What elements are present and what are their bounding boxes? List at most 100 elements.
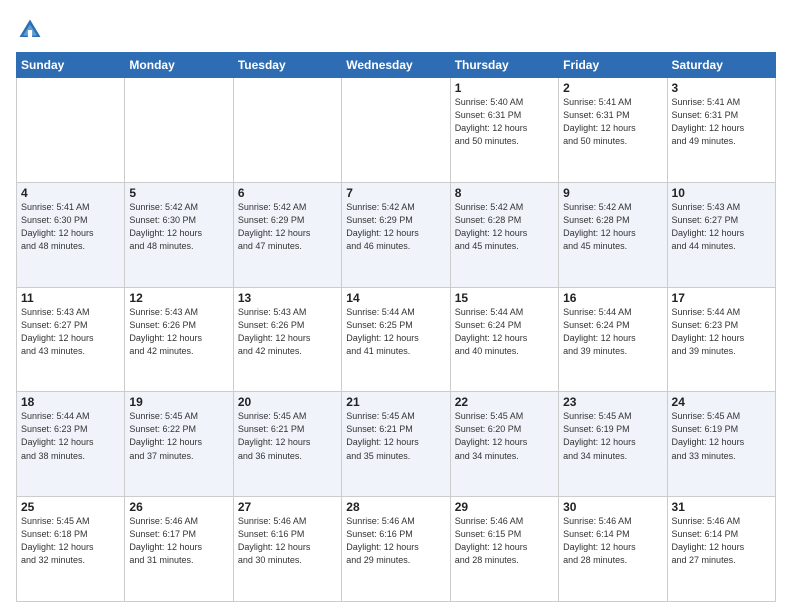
- day-info: Sunrise: 5:45 AM Sunset: 6:18 PM Dayligh…: [21, 515, 120, 567]
- day-number: 14: [346, 291, 445, 305]
- day-number: 4: [21, 186, 120, 200]
- page: SundayMondayTuesdayWednesdayThursdayFrid…: [0, 0, 792, 612]
- calendar-cell: 7Sunrise: 5:42 AM Sunset: 6:29 PM Daylig…: [342, 182, 450, 287]
- day-number: 17: [672, 291, 771, 305]
- calendar-cell: 14Sunrise: 5:44 AM Sunset: 6:25 PM Dayli…: [342, 287, 450, 392]
- day-number: 29: [455, 500, 554, 514]
- day-info: Sunrise: 5:42 AM Sunset: 6:28 PM Dayligh…: [455, 201, 554, 253]
- day-number: 26: [129, 500, 228, 514]
- calendar-week-row: 25Sunrise: 5:45 AM Sunset: 6:18 PM Dayli…: [17, 497, 776, 602]
- day-number: 22: [455, 395, 554, 409]
- day-number: 15: [455, 291, 554, 305]
- day-info: Sunrise: 5:46 AM Sunset: 6:15 PM Dayligh…: [455, 515, 554, 567]
- day-info: Sunrise: 5:45 AM Sunset: 6:19 PM Dayligh…: [672, 410, 771, 462]
- calendar-cell: 24Sunrise: 5:45 AM Sunset: 6:19 PM Dayli…: [667, 392, 775, 497]
- day-info: Sunrise: 5:42 AM Sunset: 6:30 PM Dayligh…: [129, 201, 228, 253]
- day-info: Sunrise: 5:46 AM Sunset: 6:16 PM Dayligh…: [238, 515, 337, 567]
- calendar-cell: 28Sunrise: 5:46 AM Sunset: 6:16 PM Dayli…: [342, 497, 450, 602]
- day-info: Sunrise: 5:44 AM Sunset: 6:25 PM Dayligh…: [346, 306, 445, 358]
- day-number: 25: [21, 500, 120, 514]
- day-number: 20: [238, 395, 337, 409]
- calendar-cell: 29Sunrise: 5:46 AM Sunset: 6:15 PM Dayli…: [450, 497, 558, 602]
- calendar-cell: 20Sunrise: 5:45 AM Sunset: 6:21 PM Dayli…: [233, 392, 341, 497]
- calendar-week-row: 1Sunrise: 5:40 AM Sunset: 6:31 PM Daylig…: [17, 78, 776, 183]
- day-info: Sunrise: 5:46 AM Sunset: 6:14 PM Dayligh…: [672, 515, 771, 567]
- day-number: 16: [563, 291, 662, 305]
- day-info: Sunrise: 5:44 AM Sunset: 6:24 PM Dayligh…: [455, 306, 554, 358]
- day-info: Sunrise: 5:42 AM Sunset: 6:29 PM Dayligh…: [346, 201, 445, 253]
- day-info: Sunrise: 5:43 AM Sunset: 6:27 PM Dayligh…: [21, 306, 120, 358]
- day-info: Sunrise: 5:45 AM Sunset: 6:19 PM Dayligh…: [563, 410, 662, 462]
- calendar-cell: 22Sunrise: 5:45 AM Sunset: 6:20 PM Dayli…: [450, 392, 558, 497]
- day-info: Sunrise: 5:42 AM Sunset: 6:28 PM Dayligh…: [563, 201, 662, 253]
- day-number: 28: [346, 500, 445, 514]
- calendar-cell: [17, 78, 125, 183]
- day-number: 31: [672, 500, 771, 514]
- calendar-cell: [342, 78, 450, 183]
- day-info: Sunrise: 5:44 AM Sunset: 6:23 PM Dayligh…: [672, 306, 771, 358]
- day-info: Sunrise: 5:45 AM Sunset: 6:22 PM Dayligh…: [129, 410, 228, 462]
- day-info: Sunrise: 5:41 AM Sunset: 6:30 PM Dayligh…: [21, 201, 120, 253]
- weekday-header-row: SundayMondayTuesdayWednesdayThursdayFrid…: [17, 53, 776, 78]
- weekday-header: Thursday: [450, 53, 558, 78]
- calendar-cell: [125, 78, 233, 183]
- calendar-cell: 10Sunrise: 5:43 AM Sunset: 6:27 PM Dayli…: [667, 182, 775, 287]
- day-number: 6: [238, 186, 337, 200]
- day-info: Sunrise: 5:43 AM Sunset: 6:27 PM Dayligh…: [672, 201, 771, 253]
- day-info: Sunrise: 5:46 AM Sunset: 6:14 PM Dayligh…: [563, 515, 662, 567]
- day-number: 3: [672, 81, 771, 95]
- calendar-cell: 4Sunrise: 5:41 AM Sunset: 6:30 PM Daylig…: [17, 182, 125, 287]
- day-info: Sunrise: 5:43 AM Sunset: 6:26 PM Dayligh…: [238, 306, 337, 358]
- day-number: 30: [563, 500, 662, 514]
- calendar-week-row: 4Sunrise: 5:41 AM Sunset: 6:30 PM Daylig…: [17, 182, 776, 287]
- day-number: 10: [672, 186, 771, 200]
- calendar-cell: 5Sunrise: 5:42 AM Sunset: 6:30 PM Daylig…: [125, 182, 233, 287]
- day-number: 7: [346, 186, 445, 200]
- day-number: 8: [455, 186, 554, 200]
- day-info: Sunrise: 5:44 AM Sunset: 6:24 PM Dayligh…: [563, 306, 662, 358]
- calendar-cell: 18Sunrise: 5:44 AM Sunset: 6:23 PM Dayli…: [17, 392, 125, 497]
- day-info: Sunrise: 5:42 AM Sunset: 6:29 PM Dayligh…: [238, 201, 337, 253]
- weekday-header: Monday: [125, 53, 233, 78]
- weekday-header: Saturday: [667, 53, 775, 78]
- calendar-cell: 21Sunrise: 5:45 AM Sunset: 6:21 PM Dayli…: [342, 392, 450, 497]
- calendar-cell: 30Sunrise: 5:46 AM Sunset: 6:14 PM Dayli…: [559, 497, 667, 602]
- calendar-cell: 23Sunrise: 5:45 AM Sunset: 6:19 PM Dayli…: [559, 392, 667, 497]
- day-number: 18: [21, 395, 120, 409]
- weekday-header: Sunday: [17, 53, 125, 78]
- calendar-cell: 12Sunrise: 5:43 AM Sunset: 6:26 PM Dayli…: [125, 287, 233, 392]
- day-number: 24: [672, 395, 771, 409]
- calendar-cell: 16Sunrise: 5:44 AM Sunset: 6:24 PM Dayli…: [559, 287, 667, 392]
- logo-icon: [16, 16, 44, 44]
- day-number: 23: [563, 395, 662, 409]
- calendar-cell: 17Sunrise: 5:44 AM Sunset: 6:23 PM Dayli…: [667, 287, 775, 392]
- calendar-cell: 25Sunrise: 5:45 AM Sunset: 6:18 PM Dayli…: [17, 497, 125, 602]
- calendar-cell: 3Sunrise: 5:41 AM Sunset: 6:31 PM Daylig…: [667, 78, 775, 183]
- day-info: Sunrise: 5:40 AM Sunset: 6:31 PM Dayligh…: [455, 96, 554, 148]
- calendar-cell: 11Sunrise: 5:43 AM Sunset: 6:27 PM Dayli…: [17, 287, 125, 392]
- day-info: Sunrise: 5:46 AM Sunset: 6:17 PM Dayligh…: [129, 515, 228, 567]
- calendar-cell: 13Sunrise: 5:43 AM Sunset: 6:26 PM Dayli…: [233, 287, 341, 392]
- calendar-cell: 15Sunrise: 5:44 AM Sunset: 6:24 PM Dayli…: [450, 287, 558, 392]
- day-number: 2: [563, 81, 662, 95]
- day-info: Sunrise: 5:43 AM Sunset: 6:26 PM Dayligh…: [129, 306, 228, 358]
- logo: [16, 16, 48, 44]
- calendar-cell: [233, 78, 341, 183]
- calendar-cell: 1Sunrise: 5:40 AM Sunset: 6:31 PM Daylig…: [450, 78, 558, 183]
- day-info: Sunrise: 5:46 AM Sunset: 6:16 PM Dayligh…: [346, 515, 445, 567]
- calendar-cell: 19Sunrise: 5:45 AM Sunset: 6:22 PM Dayli…: [125, 392, 233, 497]
- day-number: 21: [346, 395, 445, 409]
- calendar: SundayMondayTuesdayWednesdayThursdayFrid…: [16, 52, 776, 602]
- day-number: 27: [238, 500, 337, 514]
- weekday-header: Tuesday: [233, 53, 341, 78]
- day-number: 19: [129, 395, 228, 409]
- day-number: 13: [238, 291, 337, 305]
- day-info: Sunrise: 5:45 AM Sunset: 6:21 PM Dayligh…: [238, 410, 337, 462]
- weekday-header: Friday: [559, 53, 667, 78]
- calendar-week-row: 18Sunrise: 5:44 AM Sunset: 6:23 PM Dayli…: [17, 392, 776, 497]
- calendar-week-row: 11Sunrise: 5:43 AM Sunset: 6:27 PM Dayli…: [17, 287, 776, 392]
- day-info: Sunrise: 5:41 AM Sunset: 6:31 PM Dayligh…: [563, 96, 662, 148]
- calendar-cell: 9Sunrise: 5:42 AM Sunset: 6:28 PM Daylig…: [559, 182, 667, 287]
- weekday-header: Wednesday: [342, 53, 450, 78]
- day-number: 12: [129, 291, 228, 305]
